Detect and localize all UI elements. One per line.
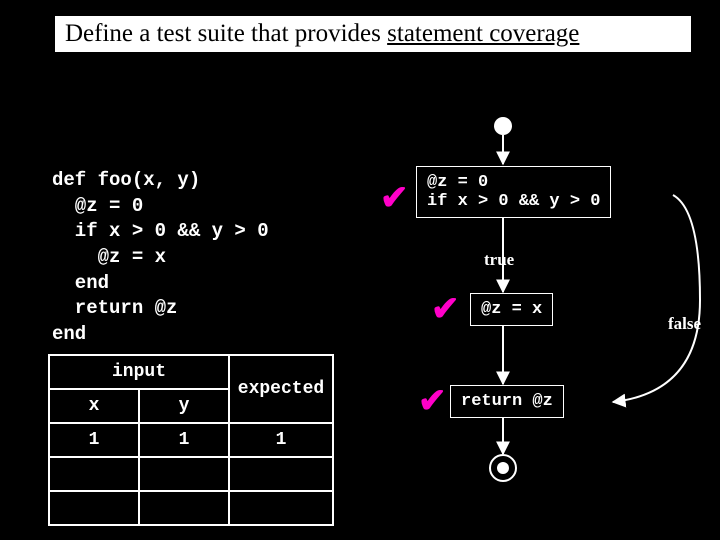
title-underlined: statement coverage	[387, 20, 579, 47]
cell-x	[49, 457, 139, 491]
y-header: y	[139, 389, 229, 423]
label-false: false	[668, 314, 701, 334]
check-icon: ✔	[380, 178, 409, 218]
expected-header: expected	[229, 355, 333, 423]
check-icon: ✔	[431, 289, 460, 329]
cell-x: 1	[49, 423, 139, 457]
cell-expected	[229, 457, 333, 491]
table-row	[49, 457, 333, 491]
flow-node-assign: @z = x	[470, 293, 553, 326]
cell-y	[139, 491, 229, 525]
cell-y: 1	[139, 423, 229, 457]
flow-node-init: @z = 0 if x > 0 && y > 0	[416, 166, 611, 218]
label-true: true	[484, 250, 514, 270]
flow-node-return: return @z	[450, 385, 564, 418]
table-row: 1 1 1	[49, 423, 333, 457]
cell-expected	[229, 491, 333, 525]
slide-title: Define a test suite that provides statem…	[55, 16, 691, 52]
cell-x	[49, 491, 139, 525]
check-icon: ✔	[418, 381, 447, 421]
cell-expected: 1	[229, 423, 333, 457]
x-header: x	[49, 389, 139, 423]
table-row	[49, 491, 333, 525]
title-text: Define a test suite that provides	[65, 20, 387, 47]
test-table: input expected x y 1 1 1	[48, 354, 334, 526]
code-block: def foo(x, y) @z = 0 if x > 0 && y > 0 @…	[52, 168, 269, 347]
input-header: input	[49, 355, 229, 389]
cell-y	[139, 457, 229, 491]
